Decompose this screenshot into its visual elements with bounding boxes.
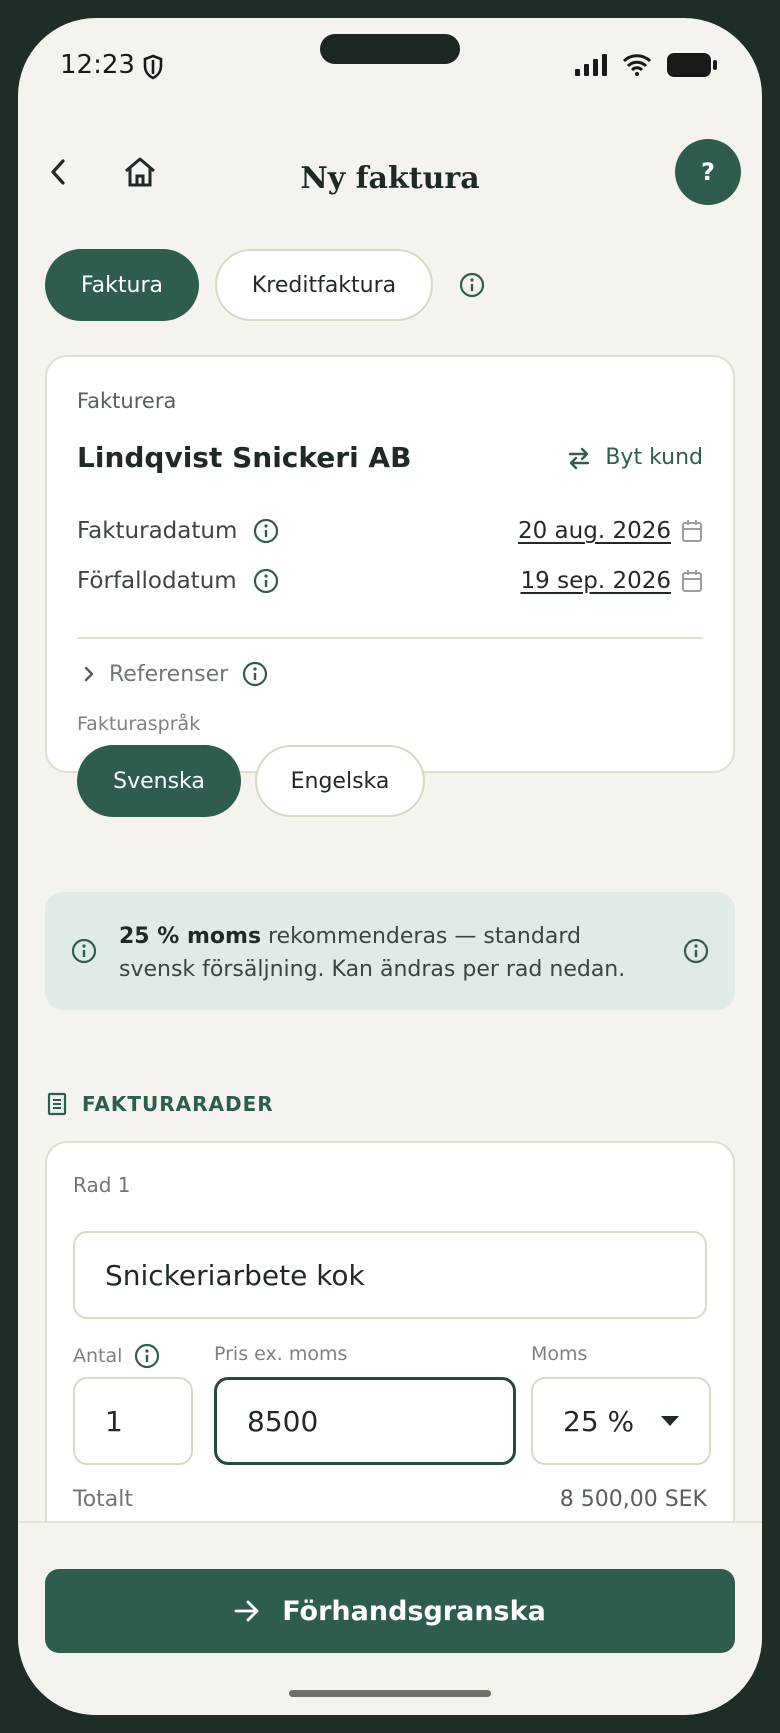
invoice-date-value: 20 aug. 2026 — [517, 518, 671, 544]
signal-icon — [574, 54, 608, 80]
references-label: Referenser — [109, 661, 229, 687]
billing-label: Fakturera — [77, 389, 177, 413]
caret-down-icon — [661, 1416, 679, 1426]
invoice-type-tabs: Faktura Kreditfaktura — [45, 249, 485, 321]
quantity-label: Antal — [73, 1345, 123, 1367]
change-customer-button[interactable]: Byt kund — [567, 445, 703, 470]
language-svenska[interactable]: Svenska — [77, 745, 241, 817]
info-icon[interactable] — [242, 661, 268, 687]
calendar-icon — [682, 520, 702, 542]
invoice-row-card: Rad 1 Snickeriarbete kok Antal Pris ex. … — [45, 1141, 735, 1561]
language-label: Fakturaspråk — [77, 713, 201, 735]
status-time: 12:23 — [60, 50, 135, 80]
due-date-label: Förfallodatum — [77, 568, 237, 594]
vat-notice-text: 25 % moms rekommenderas — standard svens… — [119, 920, 659, 986]
preview-button-label: Förhandsgranska — [282, 1595, 546, 1627]
info-icon[interactable] — [459, 272, 485, 298]
invoice-date-label: Fakturadatum — [77, 518, 238, 544]
status-icons — [574, 52, 718, 82]
info-icon[interactable] — [253, 518, 279, 544]
page-title: Ny faktura — [300, 161, 480, 196]
calendar-icon — [682, 570, 702, 592]
shield-icon — [142, 54, 164, 84]
info-icon — [71, 938, 97, 968]
phone-screen: 12:23 Ny faktura ? Faktura Kreditfaktura… — [18, 18, 762, 1715]
chevron-right-icon — [84, 666, 94, 682]
language-engelska[interactable]: Engelska — [255, 745, 425, 817]
bottom-action-bar: Förhandsgranska — [18, 1521, 762, 1715]
vat-value: 25 % — [563, 1404, 635, 1438]
invoice-date-row: Fakturadatum 20 aug. 2026 — [77, 513, 703, 549]
invoice-date-picker[interactable]: 20 aug. 2026 — [518, 518, 703, 544]
price-label: Pris ex. moms — [214, 1343, 348, 1365]
due-date-row: Förfallodatum 19 sep. 2026 — [77, 563, 703, 599]
references-toggle[interactable]: Referenser — [83, 661, 268, 687]
divider — [77, 637, 703, 639]
due-date-value: 19 sep. 2026 — [520, 568, 671, 594]
quantity-label-group: Antal — [73, 1343, 160, 1369]
info-icon[interactable] — [134, 1343, 160, 1369]
vat-notice: 25 % moms rekommenderas — standard svens… — [45, 892, 735, 1010]
info-icon[interactable] — [683, 938, 709, 968]
info-icon[interactable] — [253, 568, 279, 594]
language-tabs: Svenska Engelska — [77, 745, 425, 817]
top-bar: Ny faktura ? — [18, 128, 762, 218]
due-date-picker[interactable]: 19 sep. 2026 — [521, 568, 703, 594]
change-customer-label: Byt kund — [605, 445, 703, 470]
quantity-input[interactable]: 1 — [73, 1377, 193, 1465]
customer-name: Lindqvist Snickeri AB — [77, 441, 412, 474]
wifi-icon — [622, 54, 652, 80]
total-value: 8 500,00 SEK — [559, 1487, 707, 1512]
vat-notice-bold: 25 % moms — [119, 924, 262, 949]
row-label: Rad 1 — [73, 1173, 131, 1197]
description-input[interactable]: Snickeriarbete kok — [73, 1231, 707, 1319]
section-title: FAKTURARADER — [82, 1092, 274, 1116]
status-bar: 12:23 — [18, 18, 762, 114]
dynamic-island — [320, 34, 460, 64]
arrow-right-icon — [234, 1600, 259, 1622]
price-input[interactable]: 8500 — [214, 1377, 516, 1465]
battery-icon — [666, 52, 718, 82]
tab-faktura[interactable]: Faktura — [45, 249, 199, 321]
vat-label: Moms — [531, 1343, 588, 1365]
billing-card: Fakturera Lindqvist Snickeri AB Byt kund… — [45, 355, 735, 817]
vat-select[interactable]: 25 % — [531, 1377, 711, 1465]
swap-icon — [569, 447, 590, 469]
receipt-icon — [47, 1092, 67, 1116]
preview-button[interactable]: Förhandsgranska — [45, 1569, 735, 1653]
home-indicator[interactable] — [289, 1690, 491, 1697]
section-header-invoice-rows: FAKTURARADER — [46, 1092, 274, 1116]
tab-kreditfaktura[interactable]: Kreditfaktura — [215, 249, 433, 321]
total-label: Totalt — [73, 1487, 134, 1512]
help-button[interactable]: ? — [675, 139, 741, 205]
